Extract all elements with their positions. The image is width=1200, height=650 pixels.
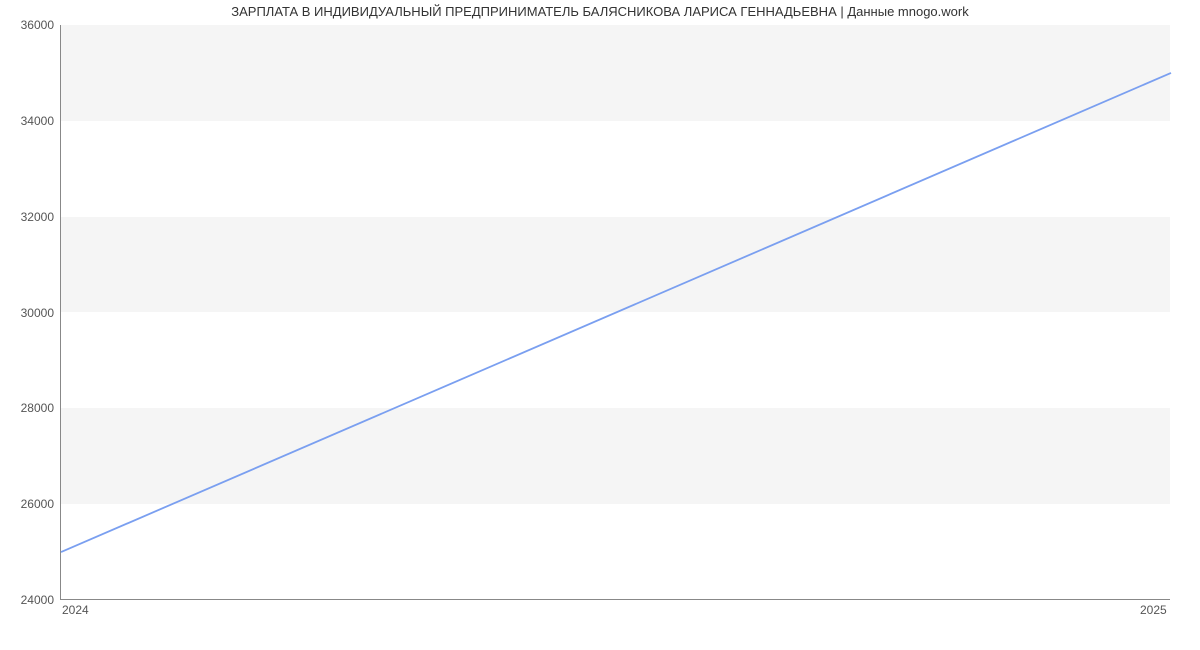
y-tick-label: 30000 [4,306,54,320]
series-line [61,73,1171,552]
y-tick-label: 32000 [4,210,54,224]
plot-area [60,25,1170,600]
y-tick-label: 26000 [4,497,54,511]
y-tick-label: 34000 [4,114,54,128]
x-tick-label: 2025 [1140,603,1167,617]
y-tick-label: 24000 [4,593,54,607]
chart-line-layer [61,25,1170,599]
y-tick-label: 28000 [4,401,54,415]
y-tick-label: 36000 [4,18,54,32]
x-tick-label: 2024 [62,603,89,617]
chart-title: ЗАРПЛАТА В ИНДИВИДУАЛЬНЫЙ ПРЕДПРИНИМАТЕЛ… [0,4,1200,19]
